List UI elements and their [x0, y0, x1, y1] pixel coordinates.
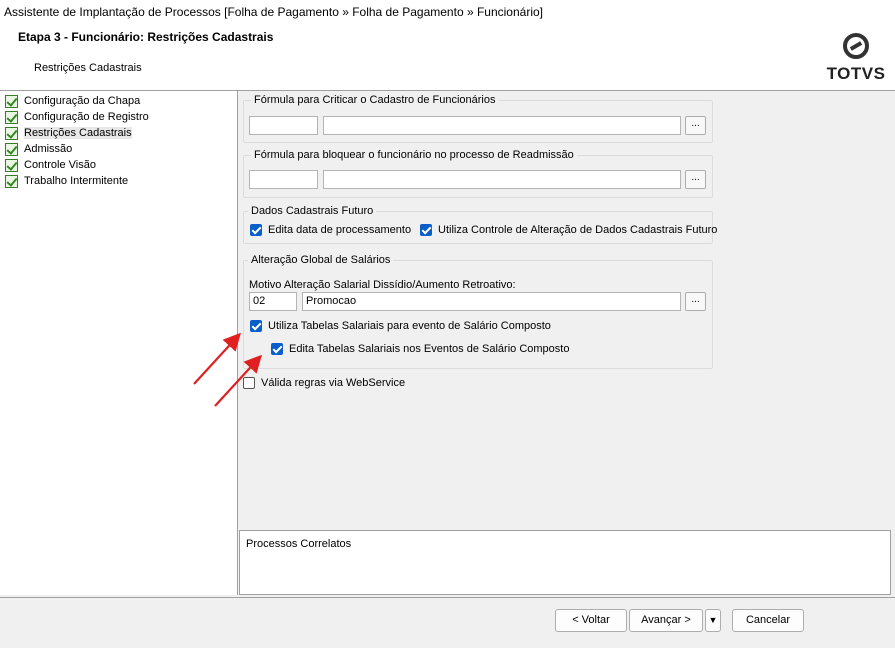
step-done-icon: [5, 94, 18, 108]
totvs-logo-icon: [843, 33, 869, 59]
step-done-icon: [5, 158, 18, 172]
valida-webservice-checkbox[interactable]: [243, 377, 255, 389]
utiliza-controle-label: Utiliza Controle de Alteração de Dados C…: [438, 224, 718, 236]
back-button[interactable]: < Voltar: [555, 609, 627, 632]
cancel-button[interactable]: Cancelar: [732, 609, 804, 632]
step-done-icon: [5, 126, 18, 140]
formula-critica-code-input[interactable]: [249, 116, 318, 135]
step-title: Etapa 3 - Funcionário: Restrições Cadast…: [18, 30, 274, 44]
formula-critica-title: Fórmula para Criticar o Cadastro de Func…: [251, 94, 499, 106]
step-label: Configuração de Registro: [24, 111, 149, 123]
related-processes-title: Processos Correlatos: [246, 538, 352, 550]
valida-webservice-label: Válida regras via WebService: [261, 377, 406, 389]
totvs-logo: TOTVS: [826, 32, 886, 84]
step-done-icon: [5, 174, 18, 188]
step-label: Configuração da Chapa: [24, 95, 141, 107]
step-item-configuracao-registro[interactable]: Configuração de Registro: [5, 109, 149, 125]
edita-tabelas-checkbox[interactable]: [271, 343, 283, 355]
step-item-admissao[interactable]: Admissão: [5, 141, 72, 157]
next-dropdown-button[interactable]: ▼: [705, 609, 721, 632]
window-title: Assistente de Implantação de Processos […: [0, 0, 895, 24]
edita-data-checkbox[interactable]: [250, 224, 262, 236]
dados-futuro-title: Dados Cadastrais Futuro: [248, 205, 377, 217]
motivo-description-input[interactable]: Promocao: [302, 292, 681, 311]
logo-text: TOTVS: [826, 64, 886, 83]
step-subtitle: Restrições Cadastrais: [34, 62, 142, 74]
formula-bloqueio-title: Fórmula para bloquear o funcionário no p…: [251, 149, 577, 161]
footer-divider: [0, 597, 895, 598]
utiliza-tabelas-checkbox[interactable]: [250, 320, 262, 332]
edita-data-label: Edita data de processamento: [268, 224, 412, 236]
formula-critica-browse-button[interactable]: ...: [685, 116, 706, 135]
formula-bloqueio-code-input[interactable]: [249, 170, 318, 189]
related-processes-panel: Processos Correlatos: [239, 530, 891, 595]
utiliza-controle-checkbox[interactable]: [420, 224, 432, 236]
wizard-header: Etapa 3 - Funcionário: Restrições Cadast…: [0, 24, 895, 90]
formula-bloqueio-description-input[interactable]: [323, 170, 681, 189]
edita-tabelas-label: Edita Tabelas Salariais nos Eventos de S…: [289, 343, 570, 355]
steps-panel: Configuração da Chapa Configuração de Re…: [0, 91, 238, 595]
step-done-icon: [5, 142, 18, 156]
utiliza-tabelas-label: Utiliza Tabelas Salariais para evento de…: [268, 320, 551, 332]
step-label: Controle Visão: [24, 159, 96, 171]
motivo-label: Motivo Alteração Salarial Dissídio/Aumen…: [249, 279, 516, 291]
motivo-code-input[interactable]: 02: [249, 292, 297, 311]
step-label: Admissão: [24, 143, 73, 155]
formula-critica-description-input[interactable]: [323, 116, 681, 135]
step-label: Trabalho Intermitente: [24, 175, 129, 187]
step-item-configuracao-chapa[interactable]: Configuração da Chapa: [5, 93, 140, 109]
step-item-controle-visao[interactable]: Controle Visão: [5, 157, 96, 173]
motivo-browse-button[interactable]: ...: [685, 292, 706, 311]
step-label: Restrições Cadastrais: [24, 127, 132, 139]
next-button[interactable]: Avançar >: [629, 609, 703, 632]
alteracao-global-title: Alteração Global de Salários: [248, 254, 394, 266]
step-done-icon: [5, 110, 18, 124]
step-item-restricoes-cadastrais[interactable]: Restrições Cadastrais: [5, 125, 132, 141]
step-item-trabalho-intermitente[interactable]: Trabalho Intermitente: [5, 173, 128, 189]
formula-bloqueio-browse-button[interactable]: ...: [685, 170, 706, 189]
